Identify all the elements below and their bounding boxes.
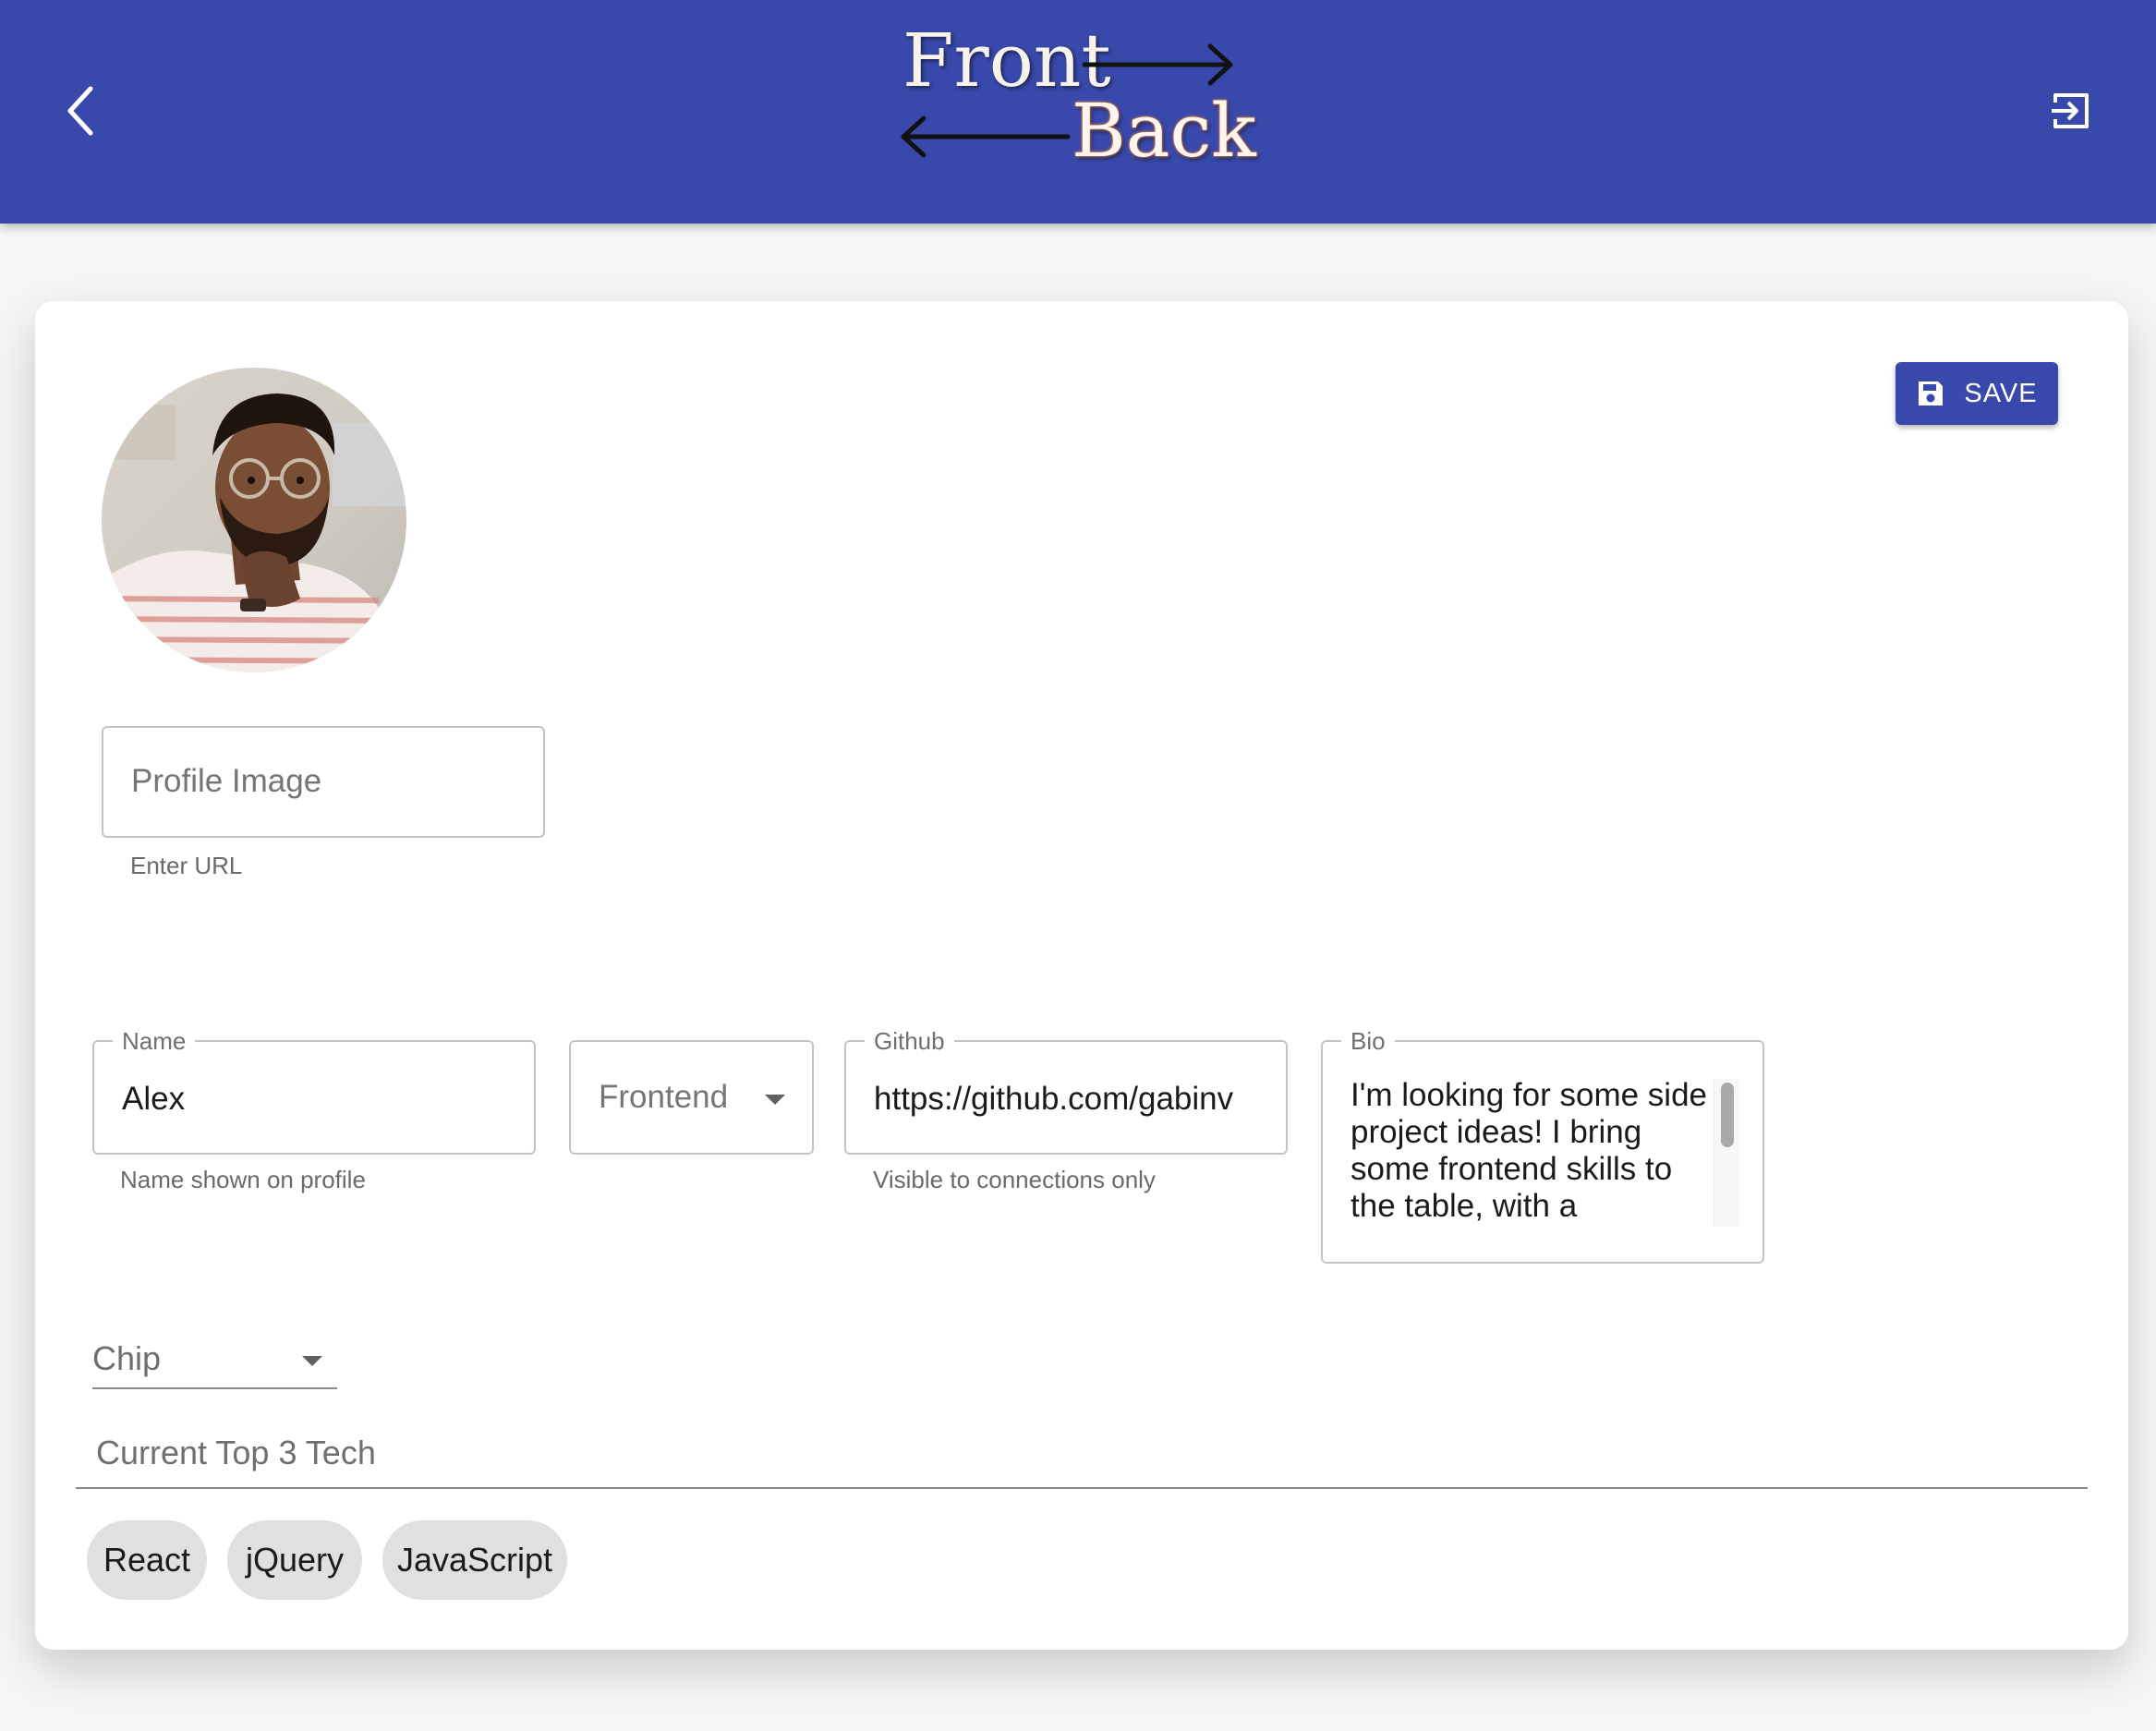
logo-front-text: Front <box>902 18 1111 103</box>
dropdown-caret-icon <box>302 1356 322 1366</box>
bio-scrollbar[interactable] <box>1714 1079 1739 1227</box>
back-button[interactable] <box>52 74 111 148</box>
name-value: Alex <box>122 1081 186 1117</box>
avatar[interactable] <box>102 368 406 672</box>
role-select-value: Frontend <box>599 1079 729 1115</box>
save-icon <box>1919 381 1944 406</box>
tech-chip[interactable]: jQuery <box>227 1520 362 1600</box>
tech-chip-label: jQuery <box>245 1541 345 1579</box>
name-field[interactable]: Name Alex <box>92 1027 536 1155</box>
profile-image-helper: Enter URL <box>130 852 243 879</box>
profile-image-placeholder: Profile Image <box>131 763 322 799</box>
arrow-left-icon <box>901 115 1071 158</box>
save-button-label: SAVE <box>1964 378 2038 408</box>
name-label: Name <box>113 1027 196 1055</box>
exit-to-app-icon <box>2052 93 2089 128</box>
avatar-image <box>102 368 406 672</box>
profile-image-input[interactable]: Profile Image <box>102 726 545 838</box>
bio-label: Bio <box>1341 1027 1395 1055</box>
tech-chip[interactable]: React <box>87 1520 207 1600</box>
profile-card: SAVE Profile Image Enter URL Name Alex N… <box>35 301 2128 1650</box>
dropdown-caret-icon <box>765 1095 785 1105</box>
bio-scrollbar-thumb[interactable] <box>1721 1083 1734 1147</box>
chip-select-value: Chip <box>92 1339 162 1377</box>
chevron-left-icon <box>67 86 93 136</box>
top-tech-input[interactable]: Current Top 3 Tech <box>76 1424 2088 1489</box>
tech-chip[interactable]: JavaScript <box>382 1520 567 1600</box>
app-logo[interactable]: Front Back <box>887 7 1256 174</box>
bio-value: I'm looking for some side project ideas!… <box>1351 1077 1708 1224</box>
tech-chip-label: JavaScript <box>396 1541 553 1579</box>
top-tech-placeholder: Current Top 3 Tech <box>96 1434 376 1471</box>
github-field[interactable]: Github https://github.com/gabinv <box>844 1027 1288 1155</box>
logo-back-text: Back <box>1072 88 1256 174</box>
arrow-right-icon <box>1082 43 1233 86</box>
role-select[interactable]: Frontend <box>569 1040 814 1155</box>
app-bar: Front Back <box>0 0 2156 224</box>
bio-field[interactable]: Bio I'm looking for some side project id… <box>1321 1027 1764 1264</box>
chip-select[interactable]: Chip <box>92 1336 337 1389</box>
github-value: https://github.com/gabinv <box>874 1081 1234 1117</box>
github-helper: Visible to connections only <box>873 1166 1156 1193</box>
logout-button[interactable] <box>2041 81 2101 140</box>
tech-chip-label: React <box>103 1541 191 1579</box>
name-helper: Name shown on profile <box>120 1166 366 1193</box>
github-label: Github <box>865 1027 954 1055</box>
save-button[interactable]: SAVE <box>1896 362 2058 425</box>
